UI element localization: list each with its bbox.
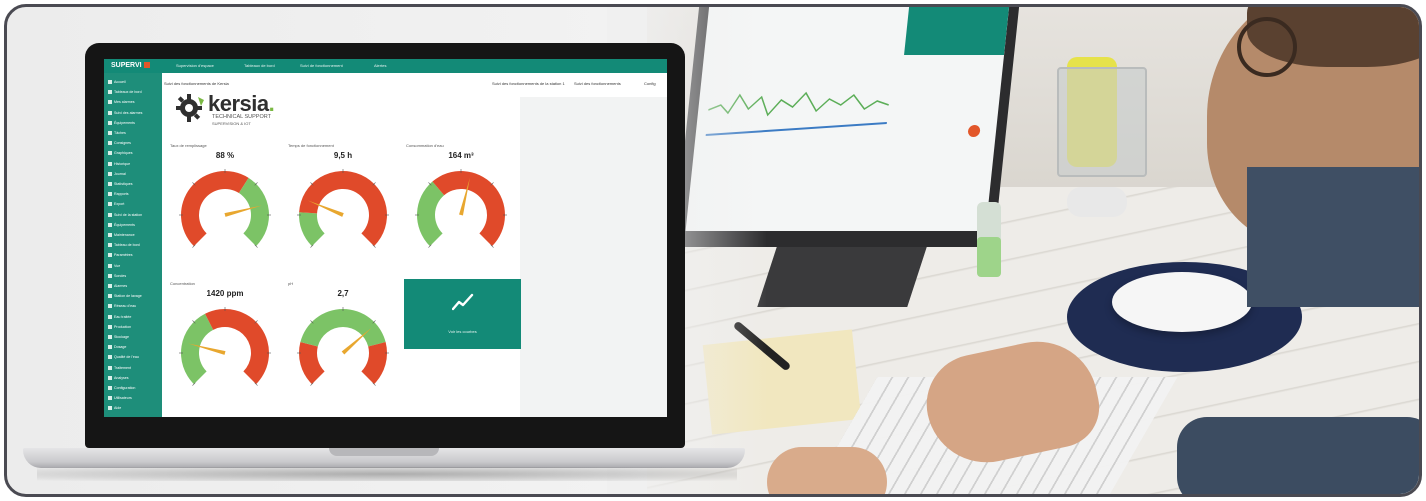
sidebar-item[interactable]: Tableaux de bord: [108, 89, 142, 95]
sidebar-item[interactable]: Suivi des alarmes: [108, 110, 142, 116]
laptop-notch: [329, 448, 439, 456]
cable-clip: [1067, 187, 1127, 217]
top-menu-item[interactable]: Suivi de fonctionnement: [300, 62, 343, 70]
sidebar-item[interactable]: Stockage: [108, 334, 129, 340]
gauge-widget[interactable]: Temps de fonctionnement 9,5 h: [288, 143, 398, 263]
logo-tagline: TECHNICAL SUPPORT: [212, 114, 271, 120]
sidebar-item[interactable]: Sondes: [108, 273, 126, 279]
curves-tile[interactable]: Voir les courbes: [404, 279, 521, 349]
pen-cup: [1057, 67, 1147, 177]
gauge-value: 164 m³: [448, 151, 474, 160]
sidebar-item[interactable]: Rapports: [108, 191, 129, 197]
sidebar-item[interactable]: Utilisateurs: [108, 395, 132, 401]
laptop-screen: SUPERVI Supervision d'espace Tableaux de…: [104, 59, 667, 417]
gauge-value: 9,5 h: [333, 151, 353, 160]
gauge-dial: [411, 163, 511, 268]
sidebar-item[interactable]: Vue: [108, 263, 120, 269]
gauge-dial: [293, 301, 393, 406]
person-shirt: [1247, 167, 1419, 307]
gauge-widget[interactable]: Consommation d'eau 164 m³: [406, 143, 516, 263]
gauge-value: 88 %: [215, 151, 235, 160]
computer-mouse: [1112, 272, 1252, 332]
sidebar-item[interactable]: Export: [108, 201, 124, 207]
gauge-value: 2,7: [337, 289, 349, 298]
sidebar-item[interactable]: Équipements: [108, 120, 135, 126]
sidebar-item[interactable]: Équipements: [108, 222, 135, 228]
laptop-shadow: [37, 467, 737, 481]
typing-hand-left: [767, 447, 887, 494]
sidebar-item[interactable]: Maintenance: [108, 232, 135, 238]
gauge-label: Temps de fonctionnement: [288, 143, 334, 148]
gauge-label: Taux de remplissage: [170, 143, 207, 148]
sidebar: Accueil Tableaux de bord Mes alarmes Suivi …: [104, 73, 162, 417]
sidebar-item[interactable]: Consignes: [108, 140, 131, 146]
sidebar-item[interactable]: Tâches: [108, 130, 126, 136]
gauge-dial: [175, 301, 275, 406]
sidebar-item[interactable]: Historique: [108, 161, 130, 167]
sidebar-item[interactable]: Station de lavage: [108, 293, 142, 299]
sidebar-item[interactable]: Dosage: [108, 344, 126, 350]
curves-tile-label: Voir les courbes: [448, 329, 477, 334]
top-menu-item[interactable]: Alertes: [374, 62, 386, 70]
monitor-orange-dot: [967, 125, 981, 137]
kersia-logo: kersia. TECHNICAL SUPPORT SUPERVISION & …: [176, 89, 316, 129]
sidebar-item[interactable]: Traitement: [108, 365, 131, 371]
sidebar-item[interactable]: Aide: [108, 405, 121, 411]
sub-link[interactable]: Suivi des fonctionnements de la station …: [492, 79, 565, 88]
highlighter: [977, 237, 1001, 277]
gauge-label: Consommation d'eau: [406, 143, 444, 148]
side-panel: [520, 97, 667, 417]
top-menu-item[interactable]: Tableaux de bord: [244, 62, 275, 70]
logo-subtagline: SUPERVISION & IOT: [212, 121, 251, 126]
gauge-label: Concentration: [170, 281, 195, 286]
sidebar-item[interactable]: Journal: [108, 171, 126, 177]
sub-link[interactable]: Config: [644, 79, 656, 88]
app-brand[interactable]: SUPERVI: [108, 61, 153, 71]
sidebar-item[interactable]: Qualité de l'eau: [108, 354, 139, 360]
sidebar-item[interactable]: Paramètres: [108, 252, 133, 258]
sidebar-item[interactable]: Graphiques: [108, 150, 133, 156]
app-topbar: SUPERVI Supervision d'espace Tableaux de…: [104, 59, 667, 73]
person-arm: [1177, 417, 1419, 494]
monitor-stand: [757, 247, 927, 307]
gauge-widget[interactable]: Taux de remplissage 88 %: [170, 143, 280, 263]
sidebar-item[interactable]: Mes alarmes: [108, 99, 135, 105]
top-menu-item[interactable]: Supervision d'espace: [176, 62, 214, 70]
sidebar-item[interactable]: Production: [108, 324, 131, 330]
sidebar-item[interactable]: Configuration: [108, 385, 135, 391]
trend-chart-icon: [452, 293, 474, 311]
gauge-dial: [175, 163, 275, 268]
sidebar-item[interactable]: Alarmes: [108, 283, 127, 289]
gauge-widget[interactable]: Concentration 1420 ppm: [170, 281, 280, 401]
sidebar-item[interactable]: Analyses: [108, 375, 129, 381]
sidebar-item[interactable]: Tableau de bord: [108, 242, 140, 248]
gauge-value: 1420 ppm: [206, 289, 244, 298]
gauge-widget[interactable]: pH 2,7: [288, 281, 398, 401]
sidebar-item[interactable]: Statistiques: [108, 181, 133, 187]
sidebar-item[interactable]: Suivi de la station: [108, 212, 142, 218]
sub-link[interactable]: Suivi des fonctionnements: [574, 79, 621, 88]
gauge-dial: [293, 163, 393, 268]
sidebar-item[interactable]: Accueil: [108, 79, 126, 85]
banner-frame: SUPERVI Supervision d'espace Tableaux de…: [4, 4, 1422, 497]
sidebar-item[interactable]: Eau traitée: [108, 314, 131, 320]
gauge-label: pH: [288, 281, 294, 286]
sidebar-item[interactable]: Réseau d'eau: [108, 303, 136, 309]
monitor-teal-panel: [904, 7, 1010, 55]
glasses: [1237, 17, 1297, 77]
gear-map-icon: [176, 94, 204, 122]
